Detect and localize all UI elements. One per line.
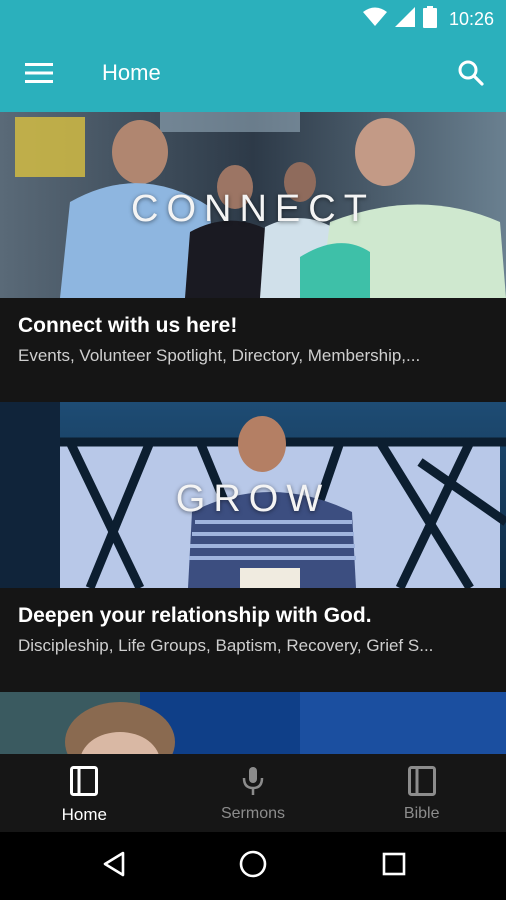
battery-icon <box>422 5 437 33</box>
nav-item-sermons[interactable]: Sermons <box>169 754 338 832</box>
card-subtitle-grow: Discipleship, Life Groups, Baptism, Reco… <box>18 636 434 655</box>
card-info-grow: Deepen your relationship with God. Disci… <box>0 588 506 692</box>
signal-icon <box>394 6 415 32</box>
recents-button[interactable] <box>374 846 414 886</box>
microphone-icon <box>241 766 265 801</box>
card-image-connect: CONNECT <box>0 112 506 298</box>
status-icons: 10:26 <box>362 5 494 33</box>
system-navigation-bar <box>0 832 506 900</box>
nav-label-home: Home <box>61 805 108 824</box>
search-button[interactable] <box>448 53 494 97</box>
nav-item-bible[interactable]: Bible <box>337 754 506 832</box>
card-subtitle-connect: Events, Volunteer Spotlight, Directory, … <box>18 346 421 365</box>
card-third[interactable] <box>0 692 506 754</box>
app-bar: Home <box>0 38 506 112</box>
card-grow[interactable]: GROW Deepen your relationship with God. … <box>0 402 506 692</box>
bible-icon <box>407 766 436 801</box>
nav-item-home[interactable]: Home <box>0 754 169 832</box>
overlay-text-connect: CONNECT <box>131 188 375 230</box>
nav-label-bible: Bible <box>403 805 440 822</box>
card-title-connect: Connect with us here! <box>18 314 238 337</box>
menu-button[interactable] <box>16 53 62 97</box>
wifi-icon <box>362 7 387 32</box>
home-circle-icon <box>239 850 267 883</box>
card-image-grow: GROW <box>0 402 506 588</box>
back-button[interactable] <box>94 846 134 886</box>
recents-icon <box>382 852 406 881</box>
content-feed[interactable]: CONNECT Connect with us here! Events, Vo… <box>0 112 506 754</box>
card-title-grow: Deepen your relationship with God. <box>18 604 372 627</box>
home-system-button[interactable] <box>233 846 273 886</box>
nav-label-sermons: Sermons <box>220 805 286 822</box>
overlay-text-grow: GROW <box>175 478 331 520</box>
card-connect[interactable]: CONNECT Connect with us here! Events, Vo… <box>0 112 506 402</box>
menu-icon <box>25 62 53 89</box>
status-bar: 10:26 <box>0 0 506 38</box>
card-info-connect: Connect with us here! Events, Volunteer … <box>0 298 506 402</box>
book-icon <box>70 766 99 801</box>
back-icon <box>102 851 126 882</box>
bottom-navigation: Home Sermons Bible <box>0 754 506 832</box>
card-image-third <box>0 692 506 754</box>
status-time: 10:26 <box>448 8 494 29</box>
page-title: Home <box>102 60 161 85</box>
search-icon <box>458 60 484 91</box>
third-photo <box>0 692 506 754</box>
